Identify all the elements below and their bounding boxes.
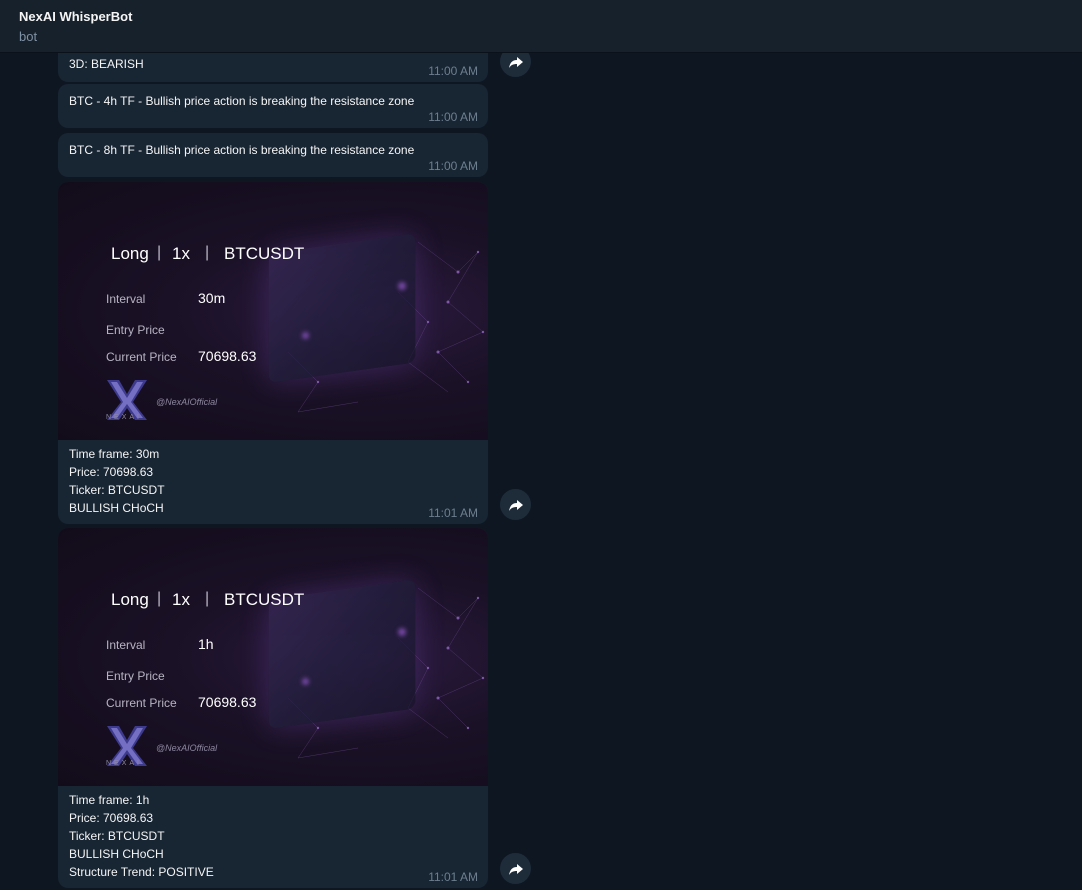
separator: | <box>157 244 162 261</box>
separator: | <box>157 590 162 607</box>
entry-price-label: Entry Price <box>106 669 165 683</box>
message-time: 11:01 AM <box>428 870 478 884</box>
photo-message[interactable]: Long | 1x | BTCUSDT Interval 1h Entry Pr… <box>58 528 488 888</box>
signal-image[interactable]: Long | 1x | BTCUSDT Interval 30m Entry P… <box>58 182 488 440</box>
glow-decoration <box>302 332 309 339</box>
interval-label: Interval <box>106 638 146 652</box>
share-arrow-icon <box>508 56 523 68</box>
message-time: 11:00 AM <box>428 64 478 78</box>
message-text: BTC - 4h TF - Bullish price action is br… <box>69 94 415 108</box>
signal-image[interactable]: Long | 1x | BTCUSDT Interval 1h Entry Pr… <box>58 528 488 786</box>
share-button[interactable] <box>500 853 531 884</box>
interval-value: 30m <box>198 290 226 306</box>
pair: BTCUSDT <box>224 590 305 609</box>
logo-text: NEXAI <box>106 414 143 421</box>
logo-text: NEXAI <box>106 760 143 767</box>
chat-subtitle: bot <box>19 29 38 44</box>
message-time: 11:01 AM <box>428 506 478 520</box>
glow-decoration <box>398 628 406 636</box>
message-bubble[interactable]: 3D: BEARISH 11:00 AM <box>58 53 488 82</box>
leverage: 1x <box>172 590 190 609</box>
handle-text: @NexAIOfficial <box>156 397 218 407</box>
interval-value: 1h <box>198 636 214 652</box>
entry-price-label: Entry Price <box>106 323 165 337</box>
message-time: 11:00 AM <box>428 110 478 124</box>
separator: | <box>205 590 210 607</box>
message-text: 3D: BEARISH <box>69 57 144 71</box>
glow-decoration <box>398 282 406 290</box>
trade-side: Long <box>111 244 149 263</box>
message-list[interactable]: 3D: BEARISH 11:00 AM BTC - 4h TF - Bulli… <box>0 53 1082 890</box>
chat-header: NexAI WhisperBot bot <box>0 0 1082 53</box>
current-price-value: 70698.63 <box>198 694 257 710</box>
message-bubble[interactable]: BTC - 4h TF - Bullish price action is br… <box>58 84 488 128</box>
chat-title[interactable]: NexAI WhisperBot <box>19 9 132 24</box>
message-time: 11:00 AM <box>428 159 478 173</box>
photo-message[interactable]: Long | 1x | BTCUSDT Interval 30m Entry P… <box>58 182 488 524</box>
share-arrow-icon <box>508 499 523 511</box>
message-text: BTC - 8h TF - Bullish price action is br… <box>69 143 415 157</box>
trade-side: Long <box>111 590 149 609</box>
current-price-label: Current Price <box>106 696 177 710</box>
current-price-value: 70698.63 <box>198 348 257 364</box>
message-caption: Time frame: 1h Price: 70698.63 Ticker: B… <box>69 793 214 879</box>
interval-label: Interval <box>106 292 146 306</box>
separator: | <box>205 244 210 261</box>
message-bubble[interactable]: BTC - 8h TF - Bullish price action is br… <box>58 133 488 177</box>
current-price-label: Current Price <box>106 350 177 364</box>
message-caption: Time frame: 30m Price: 70698.63 Ticker: … <box>69 447 165 515</box>
glow-decoration <box>302 678 309 685</box>
handle-text: @NexAIOfficial <box>156 743 218 753</box>
share-button[interactable] <box>500 53 531 77</box>
share-arrow-icon <box>508 863 523 875</box>
pair: BTCUSDT <box>224 244 305 263</box>
share-button[interactable] <box>500 489 531 520</box>
leverage: 1x <box>172 244 190 263</box>
